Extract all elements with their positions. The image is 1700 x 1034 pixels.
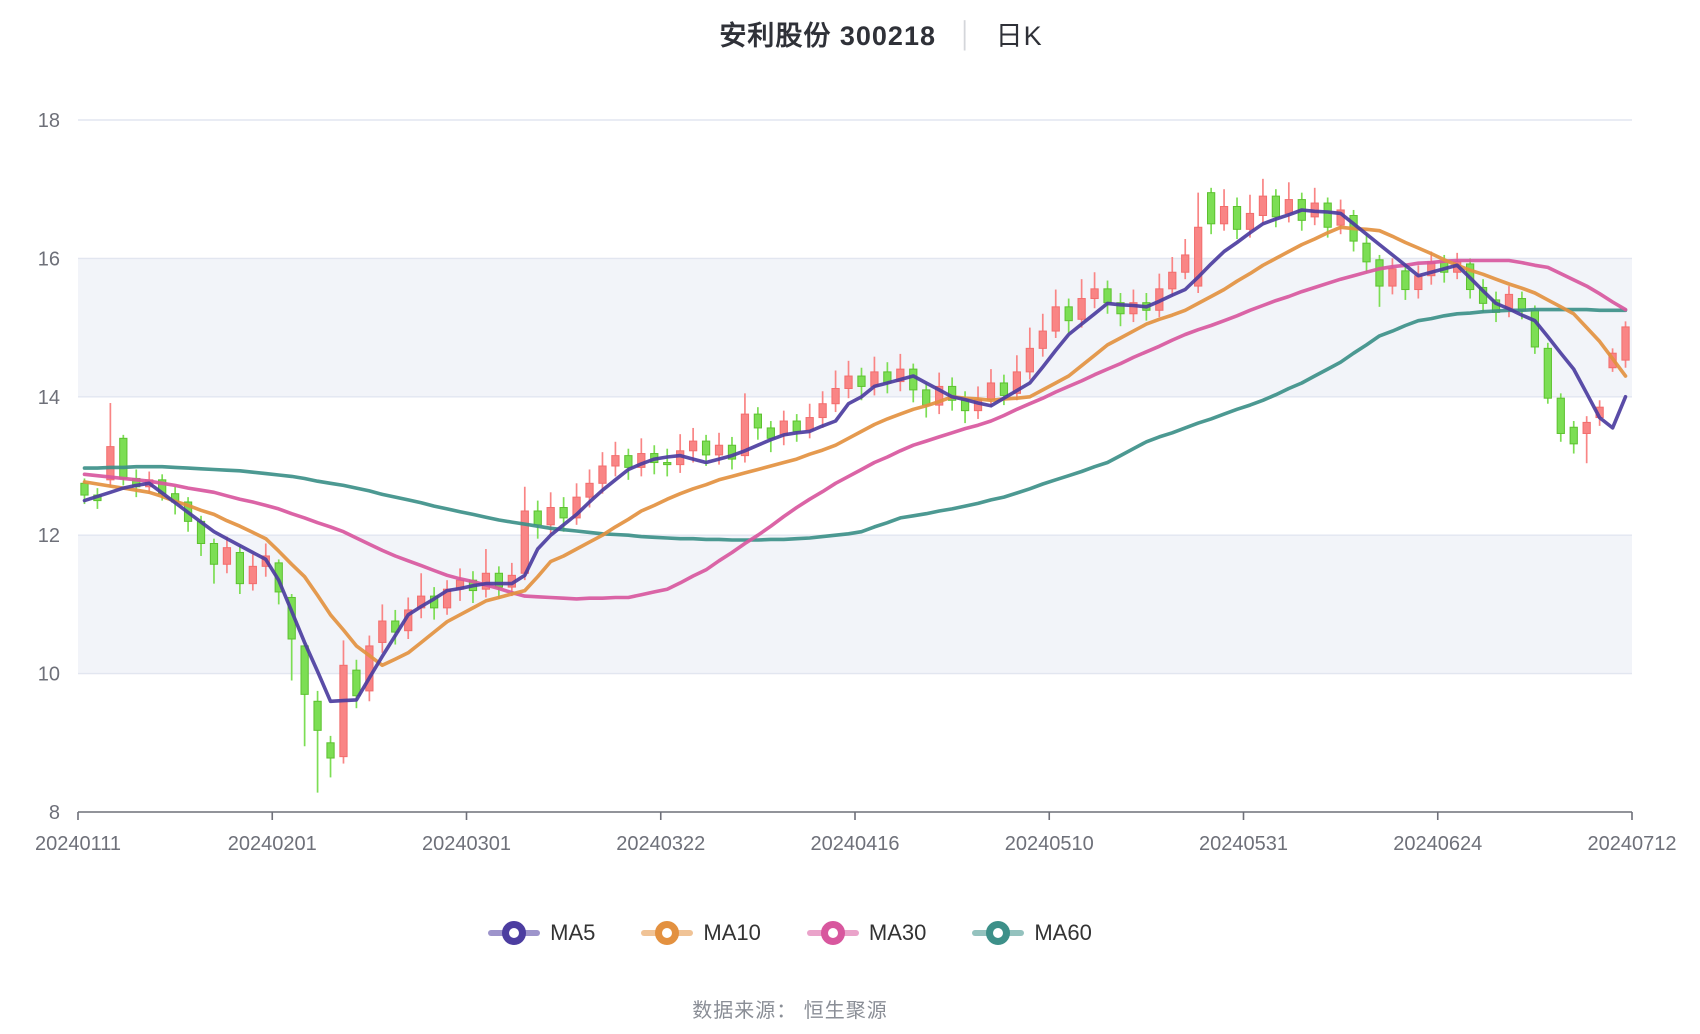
y-axis-label: 10 [38,664,60,686]
x-axis-label: 20240111 [35,833,121,855]
x-axis-label: 20240201 [228,833,317,855]
x-axis-label: 20240322 [616,833,705,855]
legend-item-ma30[interactable]: MA30 [807,920,926,946]
y-axis-label: 8 [49,802,60,824]
x-axis-label: 20240624 [1393,833,1482,855]
x-axis-label: 20240301 [422,833,511,855]
price-bands [78,258,1632,673]
line-series-icon [972,921,1024,945]
y-axis-labels: 18 16 14 12 10 8 [38,110,60,824]
data-source-note: 数据来源： 恒生聚源 [0,994,1580,1023]
kline-page: 安利股份 300218│日K 2024011120240201202403012… [0,0,1700,1034]
legend-item-ma5[interactable]: MA5 [488,920,595,946]
x-axis-label: 20240510 [1005,833,1094,855]
x-axis-label: 20240712 [1588,833,1677,855]
line-series-icon [488,921,540,945]
x-axis-label: 20240531 [1199,833,1288,855]
legend-label: MA60 [1034,920,1091,946]
legend-item-ma10[interactable]: MA10 [641,920,760,946]
legend-item-ma60[interactable]: MA60 [972,920,1091,946]
y-axis-label: 12 [38,525,60,547]
chart-legend: MA5 MA10 MA30 MA60 [0,920,1580,946]
line-series-icon [807,921,859,945]
line-series-icon [641,921,693,945]
legend-label: MA30 [869,920,926,946]
y-axis-label: 16 [38,248,60,270]
x-axis: 20240111 20240201 20240301 20240322 20240416… [35,812,1677,855]
y-axis-label: 14 [38,387,60,409]
kline-chart[interactable]: 20240111 20240201 20240301 20240322 20240416… [0,0,1700,880]
legend-label: MA5 [550,920,595,946]
legend-label: MA10 [703,920,760,946]
x-axis-label: 20240416 [811,833,900,855]
y-axis-label: 18 [38,110,60,132]
